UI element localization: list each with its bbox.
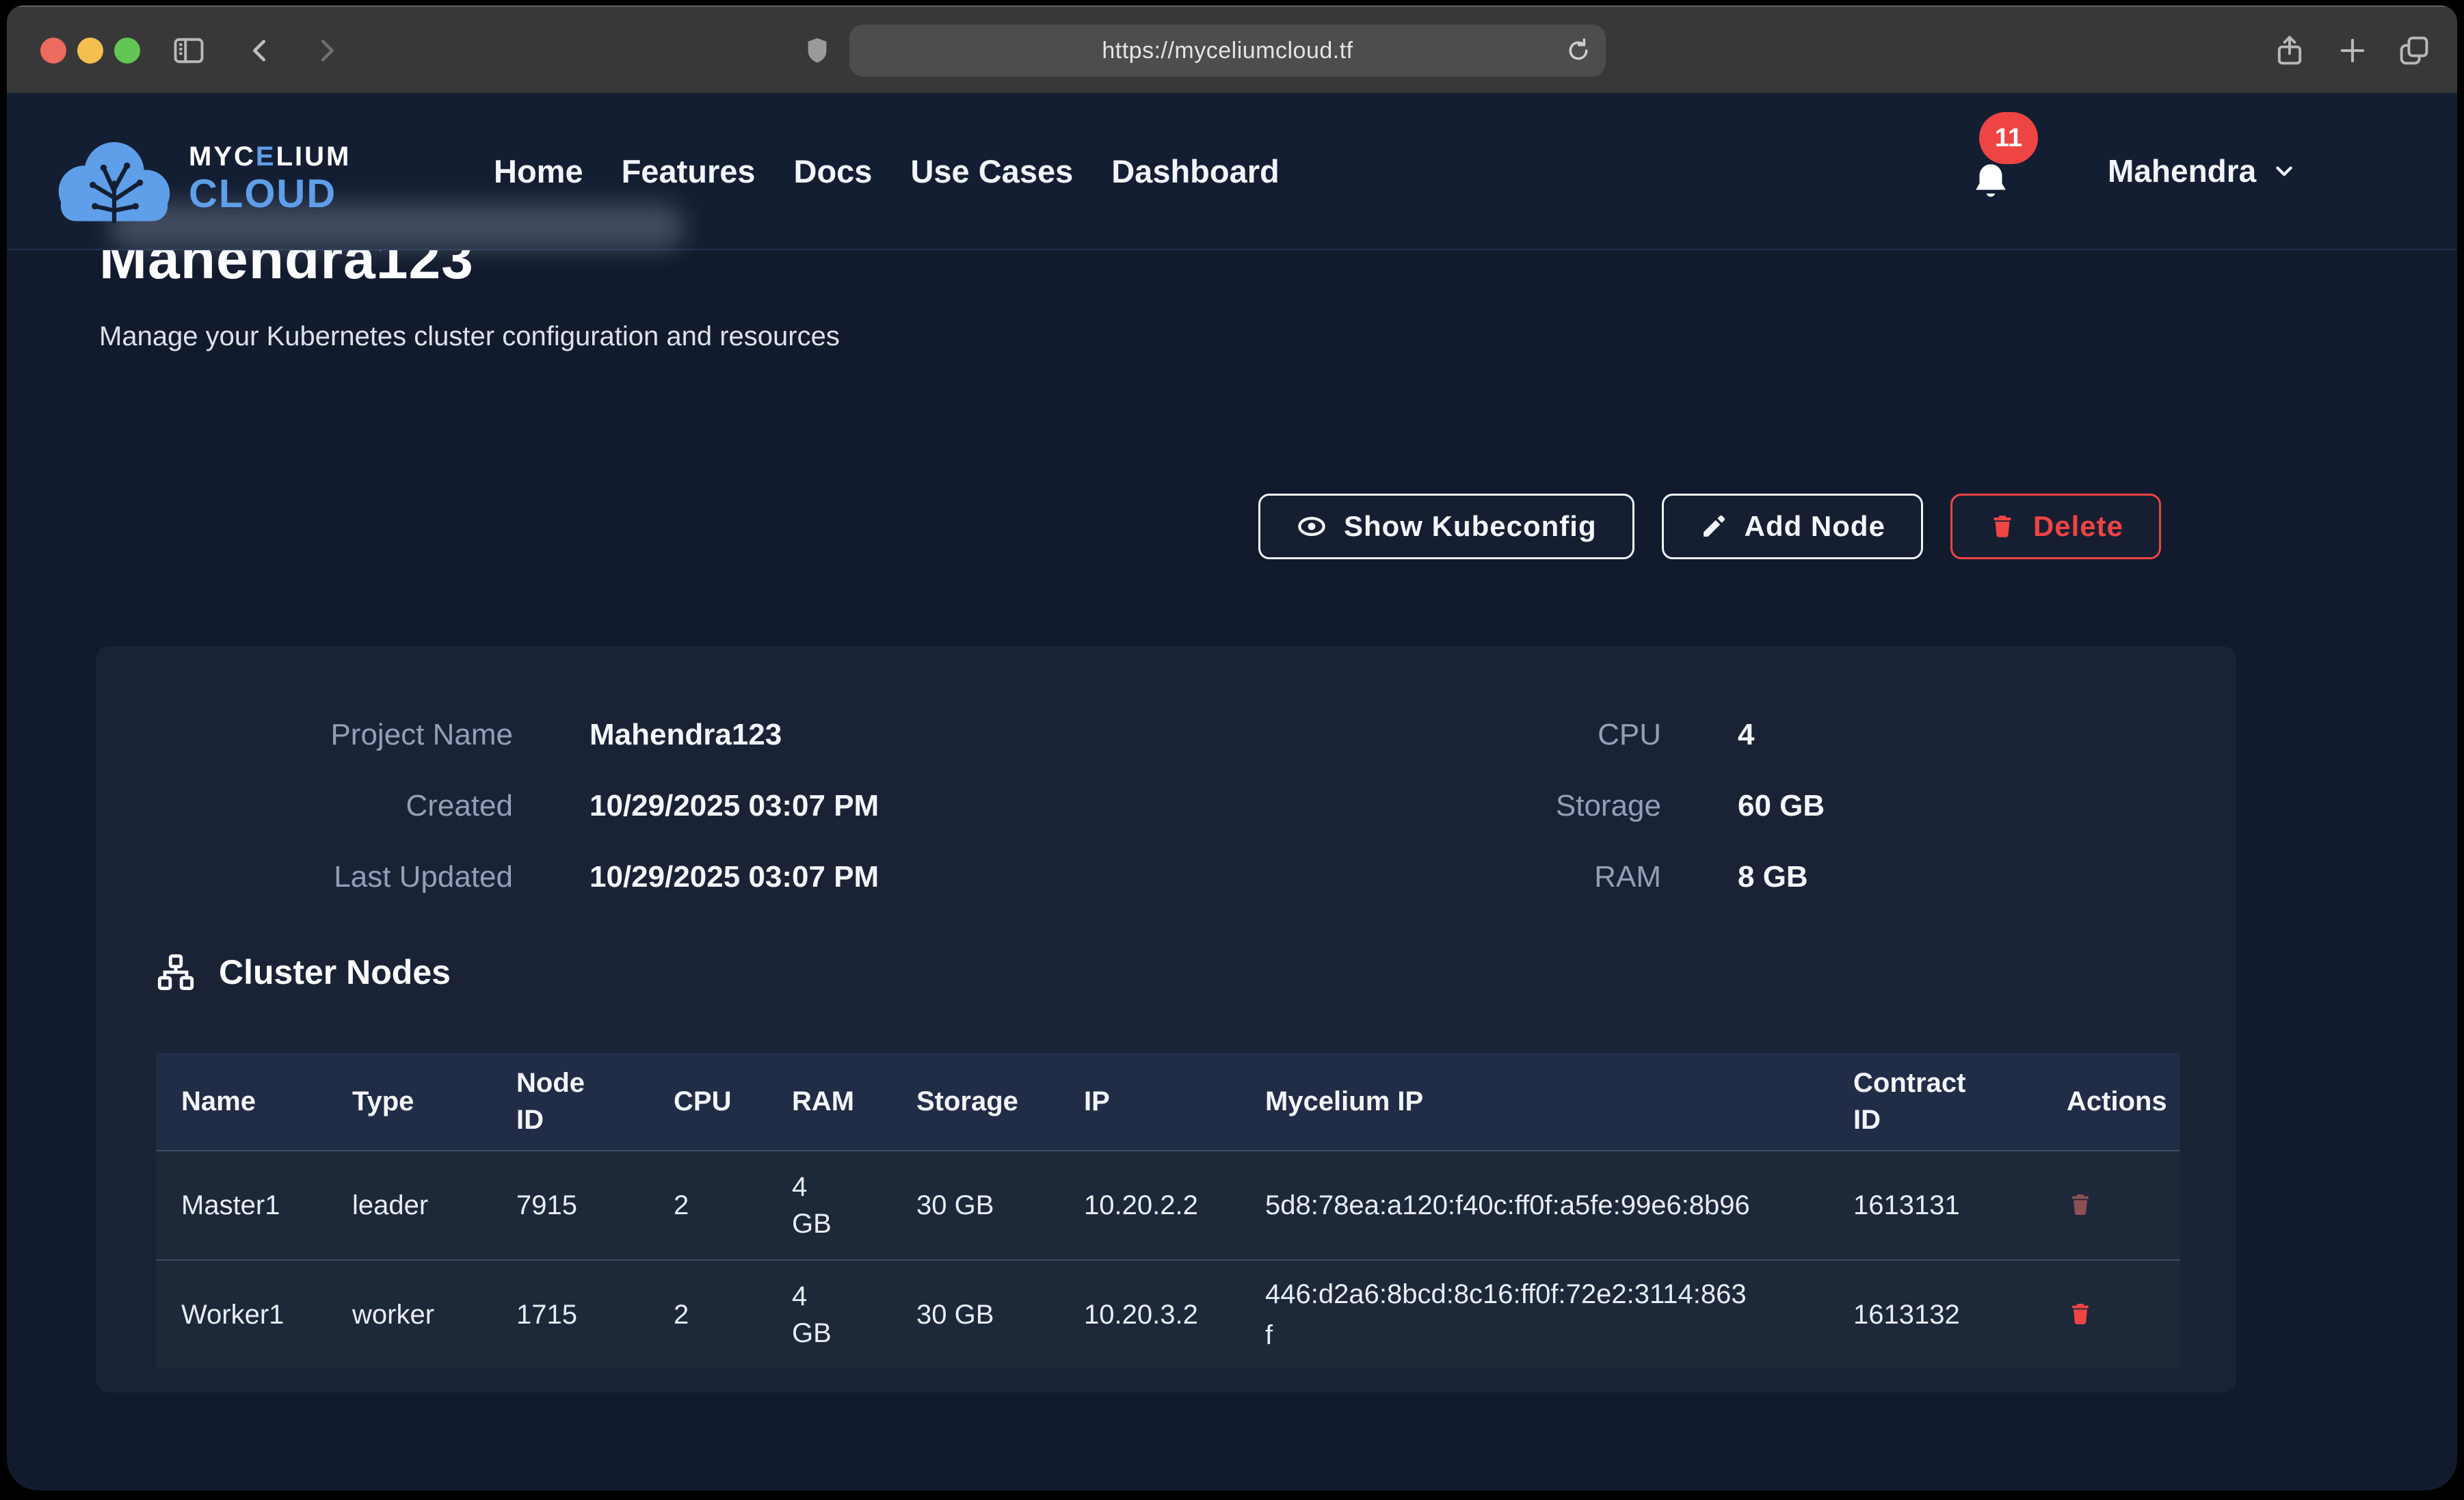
- cluster-nodes-icon: [156, 952, 196, 992]
- show-kubeconfig-label: Show Kubeconfig: [1344, 510, 1597, 543]
- delete-cluster-button[interactable]: Delete: [1950, 494, 2161, 559]
- show-kubeconfig-button[interactable]: Show Kubeconfig: [1258, 494, 1634, 559]
- info-value: 8 GB: [1738, 842, 2236, 913]
- table-row: Worker1 worker 1715 2 4 GB 30 GB 10.20.3…: [156, 1259, 2180, 1369]
- column-header-node-id: Node ID: [491, 1053, 648, 1150]
- node-actions: [2041, 1151, 2180, 1259]
- tab-overview-icon[interactable]: [2396, 33, 2432, 68]
- column-header-name: Name: [156, 1053, 327, 1150]
- delete-label: Delete: [2033, 510, 2123, 543]
- node-type: worker: [327, 1261, 491, 1369]
- cluster-actions: Show Kubeconfig Add Node Delete: [7, 494, 2161, 559]
- node-cpu: 2: [648, 1261, 767, 1369]
- trash-icon: [2067, 1298, 2094, 1330]
- eye-icon: [1296, 511, 1327, 542]
- nav-link-home[interactable]: Home: [494, 152, 583, 190]
- chevron-down-icon: [2270, 157, 2299, 185]
- info-value: 60 GB: [1738, 771, 2236, 842]
- node-name: Worker1: [156, 1261, 327, 1369]
- info-value: 10/29/2025 03:07 PM: [589, 771, 1198, 842]
- reload-icon[interactable]: [1563, 34, 1593, 69]
- page-subtitle: Manage your Kubernetes cluster configura…: [99, 321, 840, 352]
- cluster-nodes-table: Name Type Node ID CPU RAM Storage IP Myc…: [156, 1053, 2180, 1369]
- delete-node-button[interactable]: [2067, 1298, 2094, 1332]
- share-icon[interactable]: [2272, 33, 2307, 68]
- column-header-actions: Actions: [2041, 1053, 2180, 1150]
- add-node-label: Add Node: [1745, 510, 1885, 543]
- trash-icon: [2067, 1189, 2094, 1220]
- mycelium-cloud-logo-icon: [49, 127, 179, 230]
- user-name: Mahendra: [2108, 152, 2256, 189]
- column-header-cpu: CPU: [648, 1053, 767, 1150]
- node-mycelium-ip: 446:d2a6:8bcd:8c16:ff0f:72e2:3114:863f: [1240, 1261, 1828, 1369]
- site-navbar: MYCELIUM CLOUD Home Features Docs Use Ca…: [7, 93, 2457, 250]
- info-label: Created: [96, 771, 513, 842]
- address-bar[interactable]: https://myceliumcloud.tf: [849, 25, 1606, 77]
- info-value: 10/29/2025 03:07 PM: [589, 842, 1198, 913]
- node-id: 1715: [491, 1261, 648, 1369]
- node-storage: 30 GB: [891, 1261, 1059, 1369]
- info-value: Mahendra123: [589, 699, 1198, 771]
- node-ram: 4 GB: [767, 1261, 891, 1369]
- info-label: Project Name: [96, 699, 513, 771]
- browser-toolbar: https://myceliumcloud.tf: [7, 5, 2457, 93]
- node-storage: 30 GB: [891, 1151, 1059, 1259]
- browser-window: https://myceliumcloud.tf: [7, 5, 2457, 1490]
- column-header-ip: IP: [1059, 1053, 1240, 1150]
- screenshot-root: https://myceliumcloud.tf: [0, 0, 2464, 1500]
- new-tab-icon[interactable]: [2335, 33, 2370, 68]
- column-header-type: Type: [327, 1053, 491, 1150]
- back-icon[interactable]: [245, 33, 276, 68]
- cluster-details-panel: Project Name Mahendra123 CPU 4 Created 1…: [96, 646, 2236, 1393]
- window-zoom-button[interactable]: [114, 38, 140, 64]
- info-value: 4: [1738, 699, 2236, 771]
- main-nav: Home Features Docs Use Cases Dashboard: [494, 93, 1280, 249]
- privacy-shield-icon: [802, 33, 833, 68]
- node-ip: 10.20.2.2: [1059, 1151, 1240, 1259]
- node-id: 7915: [491, 1151, 648, 1259]
- pencil-icon: [1699, 512, 1728, 541]
- cluster-info-grid: Project Name Mahendra123 CPU 4 Created 1…: [96, 699, 2236, 913]
- url-text: https://myceliumcloud.tf: [1102, 38, 1353, 64]
- sidebar-toggle-icon[interactable]: [170, 33, 208, 68]
- info-label: Storage: [1275, 771, 1661, 842]
- node-actions: [2041, 1261, 2180, 1369]
- column-header-contract-id: Contract ID: [1828, 1053, 2041, 1150]
- brand-logo[interactable]: MYCELIUM CLOUD: [49, 127, 351, 230]
- user-menu[interactable]: Mahendra: [2104, 93, 2303, 249]
- info-label: Last Updated: [96, 842, 513, 913]
- table-row: Master1 leader 7915 2 4 GB 30 GB 10.20.2…: [156, 1150, 2180, 1259]
- delete-node-button[interactable]: [2067, 1189, 2094, 1222]
- add-node-button[interactable]: Add Node: [1662, 494, 1923, 559]
- cluster-nodes-heading: Cluster Nodes: [156, 952, 451, 992]
- window-close-button[interactable]: [40, 38, 66, 64]
- nav-link-features[interactable]: Features: [622, 152, 756, 190]
- cluster-nodes-title: Cluster Nodes: [219, 952, 451, 992]
- node-mycelium-ip: 5d8:78ea:a120:f40c:ff0f:a5fe:99e6:8b96: [1240, 1151, 1828, 1259]
- notification-badge: 11: [1979, 112, 2038, 164]
- notifications-bell-icon[interactable]: [1968, 157, 2013, 207]
- node-type: leader: [327, 1151, 491, 1259]
- node-cpu: 2: [648, 1151, 767, 1259]
- node-contract-id: 1613132: [1828, 1261, 2041, 1369]
- forward-icon[interactable]: [310, 33, 342, 68]
- column-header-ram: RAM: [767, 1053, 891, 1150]
- window-minimize-button[interactable]: [77, 38, 103, 64]
- brand-name: MYCELIUM CLOUD: [189, 143, 351, 214]
- table-header-row: Name Type Node ID CPU RAM Storage IP Myc…: [156, 1053, 2180, 1150]
- column-header-storage: Storage: [891, 1053, 1059, 1150]
- column-header-mycelium-ip: Mycelium IP: [1240, 1053, 1828, 1150]
- node-name: Master1: [156, 1151, 327, 1259]
- node-ram: 4 GB: [767, 1151, 891, 1259]
- page-content: Mahendra123 Manage your Kubernetes clust…: [7, 93, 2457, 1490]
- nav-link-use-cases[interactable]: Use Cases: [910, 152, 1073, 190]
- node-contract-id: 1613131: [1828, 1151, 2041, 1259]
- trash-icon: [1988, 511, 2017, 542]
- nav-link-docs[interactable]: Docs: [794, 152, 873, 190]
- info-label: RAM: [1275, 842, 1661, 913]
- node-ip: 10.20.3.2: [1059, 1261, 1240, 1369]
- info-label: CPU: [1275, 699, 1661, 771]
- nav-link-dashboard[interactable]: Dashboard: [1111, 152, 1280, 190]
